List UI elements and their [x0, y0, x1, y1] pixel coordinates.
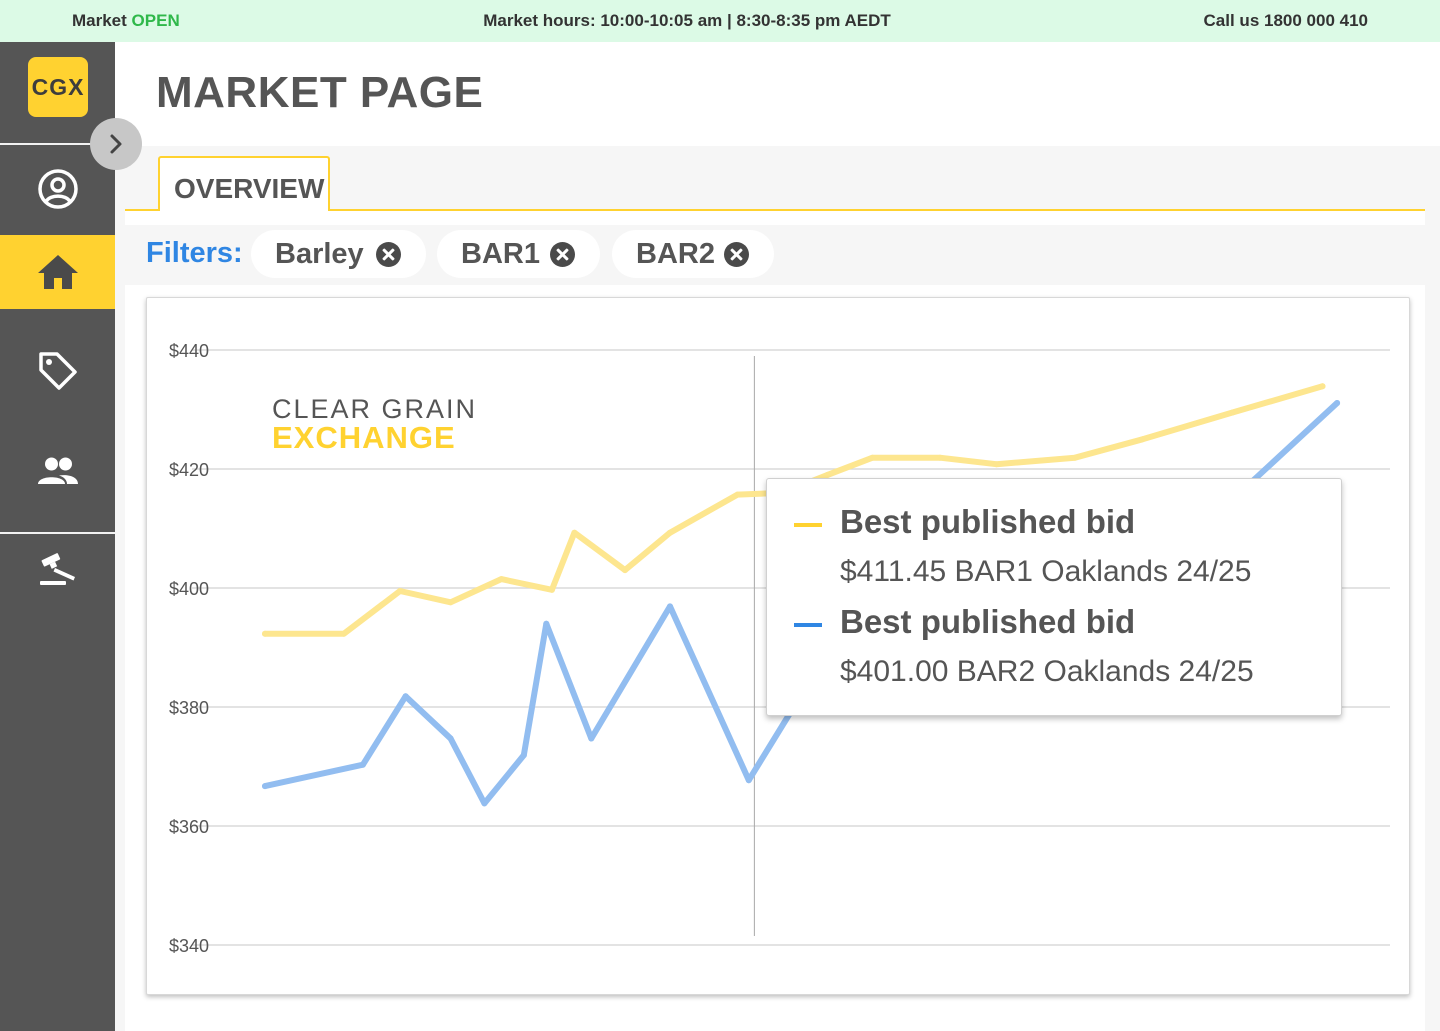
people-icon — [37, 457, 78, 484]
tooltip-series-value: $411.45 BAR1 Oaklands 24/25 — [840, 555, 1252, 588]
home-icon — [37, 255, 78, 289]
sidebar-item-contacts[interactable] — [0, 434, 115, 508]
market-status-banner: Market OPEN Market hours: 10:00-10:05 am… — [0, 0, 1440, 42]
logo-line2: EXCHANGE — [272, 420, 456, 455]
data-point-bar2[interactable] — [745, 777, 752, 784]
call-us-link[interactable]: Call us 1800 000 410 — [1204, 11, 1368, 31]
data-point-bar2[interactable] — [262, 783, 268, 790]
remove-filter-icon[interactable] — [376, 242, 401, 267]
filter-chip-label: BAR2 — [636, 237, 715, 270]
tab-overview[interactable]: OVERVIEW — [158, 156, 330, 211]
tab-overview-label: OVERVIEW — [174, 173, 325, 204]
data-point-bar1[interactable] — [667, 529, 673, 536]
chevron-right-icon — [110, 134, 122, 154]
tooltip-series-name: Best published bid — [840, 503, 1136, 540]
tab-panel — [125, 211, 1425, 225]
data-point-bar2[interactable] — [543, 620, 550, 627]
remove-filter-icon[interactable] — [550, 242, 575, 267]
data-point-bar1[interactable] — [1072, 454, 1078, 461]
filter-chip-bar1: BAR1 — [437, 230, 600, 278]
tooltip-series-name: Best published bid — [840, 603, 1136, 640]
data-point-bar1[interactable] — [548, 586, 555, 593]
filter-chip-label: BAR1 — [461, 237, 540, 270]
sidebar: CGX — [0, 42, 115, 1031]
filter-chip-barley: Barley — [251, 230, 426, 278]
data-point-bar1[interactable] — [447, 599, 454, 606]
data-point-bar1[interactable] — [993, 461, 1000, 468]
data-point-bar1[interactable] — [262, 630, 268, 637]
tooltip-swatch-bar2 — [794, 623, 822, 627]
market-hours: Market hours: 10:00-10:05 am | 8:30-8:35… — [483, 11, 891, 30]
y-tick-label: $360 — [169, 817, 209, 837]
y-tick-label: $420 — [169, 460, 209, 480]
data-point-bar2[interactable] — [1334, 400, 1341, 406]
account-circle-icon — [37, 169, 78, 209]
data-point-bar2[interactable] — [667, 603, 673, 610]
cgx-logo[interactable]: CGX — [28, 57, 88, 117]
page-title: MARKET PAGE — [156, 68, 484, 117]
data-point-bar2[interactable] — [402, 693, 409, 700]
clear-grain-exchange-logo: CLEAR GRAIN EXCHANGE — [272, 395, 477, 453]
filter-chip-label: Barley — [275, 237, 364, 270]
data-point-bar1[interactable] — [734, 491, 741, 498]
data-point-bar1[interactable] — [571, 529, 578, 536]
sidebar-collapse-button[interactable] — [90, 118, 142, 170]
y-tick-label: $340 — [169, 936, 209, 956]
gavel-icon — [39, 553, 75, 585]
y-tick-label: $380 — [169, 698, 209, 718]
tooltip-series-value: $401.00 BAR2 Oaklands 24/25 — [840, 655, 1254, 688]
data-point-bar1[interactable] — [824, 471, 831, 478]
remove-filter-icon[interactable] — [724, 242, 749, 267]
filter-chip-bar2: BAR2 — [612, 230, 774, 278]
chart-tooltip: Best published bid $411.45 BAR1 Oaklands… — [766, 478, 1342, 716]
y-tick-label: $440 — [169, 341, 209, 361]
data-point-bar1[interactable] — [340, 630, 347, 637]
sidebar-item-auctions[interactable] — [0, 532, 115, 606]
sidebar-item-listings[interactable] — [0, 334, 115, 408]
data-point-bar2[interactable] — [520, 752, 527, 759]
data-point-bar1[interactable] — [1319, 383, 1326, 390]
data-point-bar2[interactable] — [447, 735, 454, 742]
data-point-bar1[interactable] — [937, 454, 943, 461]
logo-line1: CLEAR GRAIN — [272, 394, 478, 424]
data-point-bar2[interactable] — [359, 761, 366, 768]
sidebar-item-home[interactable] — [0, 235, 115, 309]
data-point-bar1[interactable] — [1139, 436, 1146, 443]
data-point-bar2[interactable] — [481, 800, 488, 807]
data-point-bar2[interactable] — [588, 735, 595, 742]
data-point-bar1[interactable] — [622, 567, 628, 574]
tooltip-swatch-bar1 — [794, 523, 822, 527]
data-point-bar1[interactable] — [397, 588, 403, 594]
y-tick-label: $400 — [169, 579, 209, 599]
data-point-bar1[interactable] — [1229, 409, 1236, 416]
tag-icon — [38, 352, 77, 390]
data-point-bar1[interactable] — [869, 454, 876, 461]
filters-label: Filters: — [146, 237, 243, 269]
data-point-bar1[interactable] — [498, 576, 505, 583]
